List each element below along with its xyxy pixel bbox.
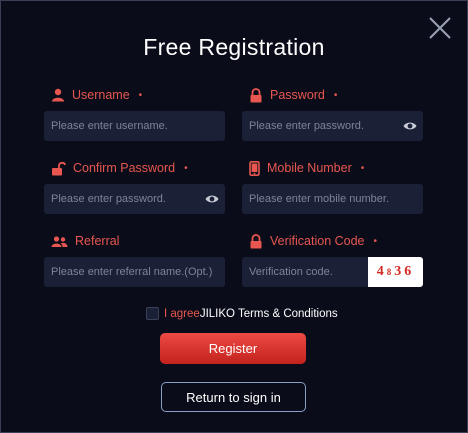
verification-input[interactable] (249, 266, 364, 278)
password-input[interactable] (249, 120, 399, 132)
eye-icon[interactable] (205, 192, 219, 206)
captcha-image[interactable]: 48 36 (368, 257, 423, 287)
password-label: Password • (249, 85, 423, 105)
eye-icon[interactable] (403, 119, 417, 133)
referral-input[interactable] (51, 266, 221, 278)
lock-icon (250, 87, 262, 102)
confirm-password-field-group: Confirm Password • (44, 158, 225, 214)
username-input[interactable] (51, 120, 201, 132)
required-marker: • (360, 162, 365, 174)
referral-label: Referral (51, 231, 225, 251)
username-field-group: Username • (44, 85, 225, 141)
verification-input-box: 48 36 (242, 257, 423, 287)
mobile-label-text: Mobile Number (267, 161, 352, 175)
required-marker: • (184, 162, 188, 174)
modal-title: Free Registration (143, 34, 325, 60)
confirm-password-label-text: Confirm Password (73, 161, 176, 175)
verification-label-text: Verification Code (270, 234, 365, 248)
verification-field-group: Verification Code • 48 36 (242, 231, 423, 287)
confirm-password-input[interactable] (51, 193, 201, 205)
user-icon (52, 88, 64, 102)
referral-input-box (44, 257, 225, 287)
terms-link[interactable]: JILIKO Terms & Conditions (200, 308, 338, 320)
password-label-text: Password (270, 88, 325, 102)
unlock-icon (52, 161, 66, 175)
captcha-digit: 3 (394, 264, 405, 279)
return-to-sign-in-button[interactable]: Return to sign in (161, 382, 306, 412)
agree-text: I agree (164, 307, 200, 320)
terms-agreement: I agree JILIKO Terms & Conditions (146, 307, 338, 320)
password-field-group: Password • (242, 85, 423, 141)
referral-field-group: Referral (44, 231, 225, 287)
registration-modal: Free Registration Username • Password • (0, 0, 468, 433)
group-icon (51, 235, 68, 247)
username-label-text: Username (72, 88, 130, 102)
confirm-password-input-box (44, 184, 225, 214)
captcha-digit: 6 (404, 264, 415, 279)
phone-icon (249, 160, 260, 176)
password-input-box (242, 111, 423, 141)
lock-icon (250, 233, 262, 248)
captcha-digit: 8 (386, 267, 395, 277)
required-marker: • (333, 89, 338, 101)
required-marker: • (373, 235, 378, 247)
captcha-digit: 4 (376, 264, 387, 279)
username-input-box (44, 111, 225, 141)
mobile-field-group: Mobile Number • (242, 158, 423, 214)
mobile-label: Mobile Number • (249, 158, 423, 178)
mobile-input[interactable] (249, 193, 399, 205)
referral-label-text: Referral (75, 234, 120, 248)
mobile-input-box (242, 184, 423, 214)
verification-label: Verification Code • (249, 231, 423, 251)
register-button[interactable]: Register (160, 333, 306, 364)
required-marker: • (138, 89, 143, 101)
terms-checkbox[interactable] (146, 307, 159, 320)
username-label: Username • (51, 85, 225, 105)
confirm-password-label: Confirm Password • (51, 158, 225, 178)
